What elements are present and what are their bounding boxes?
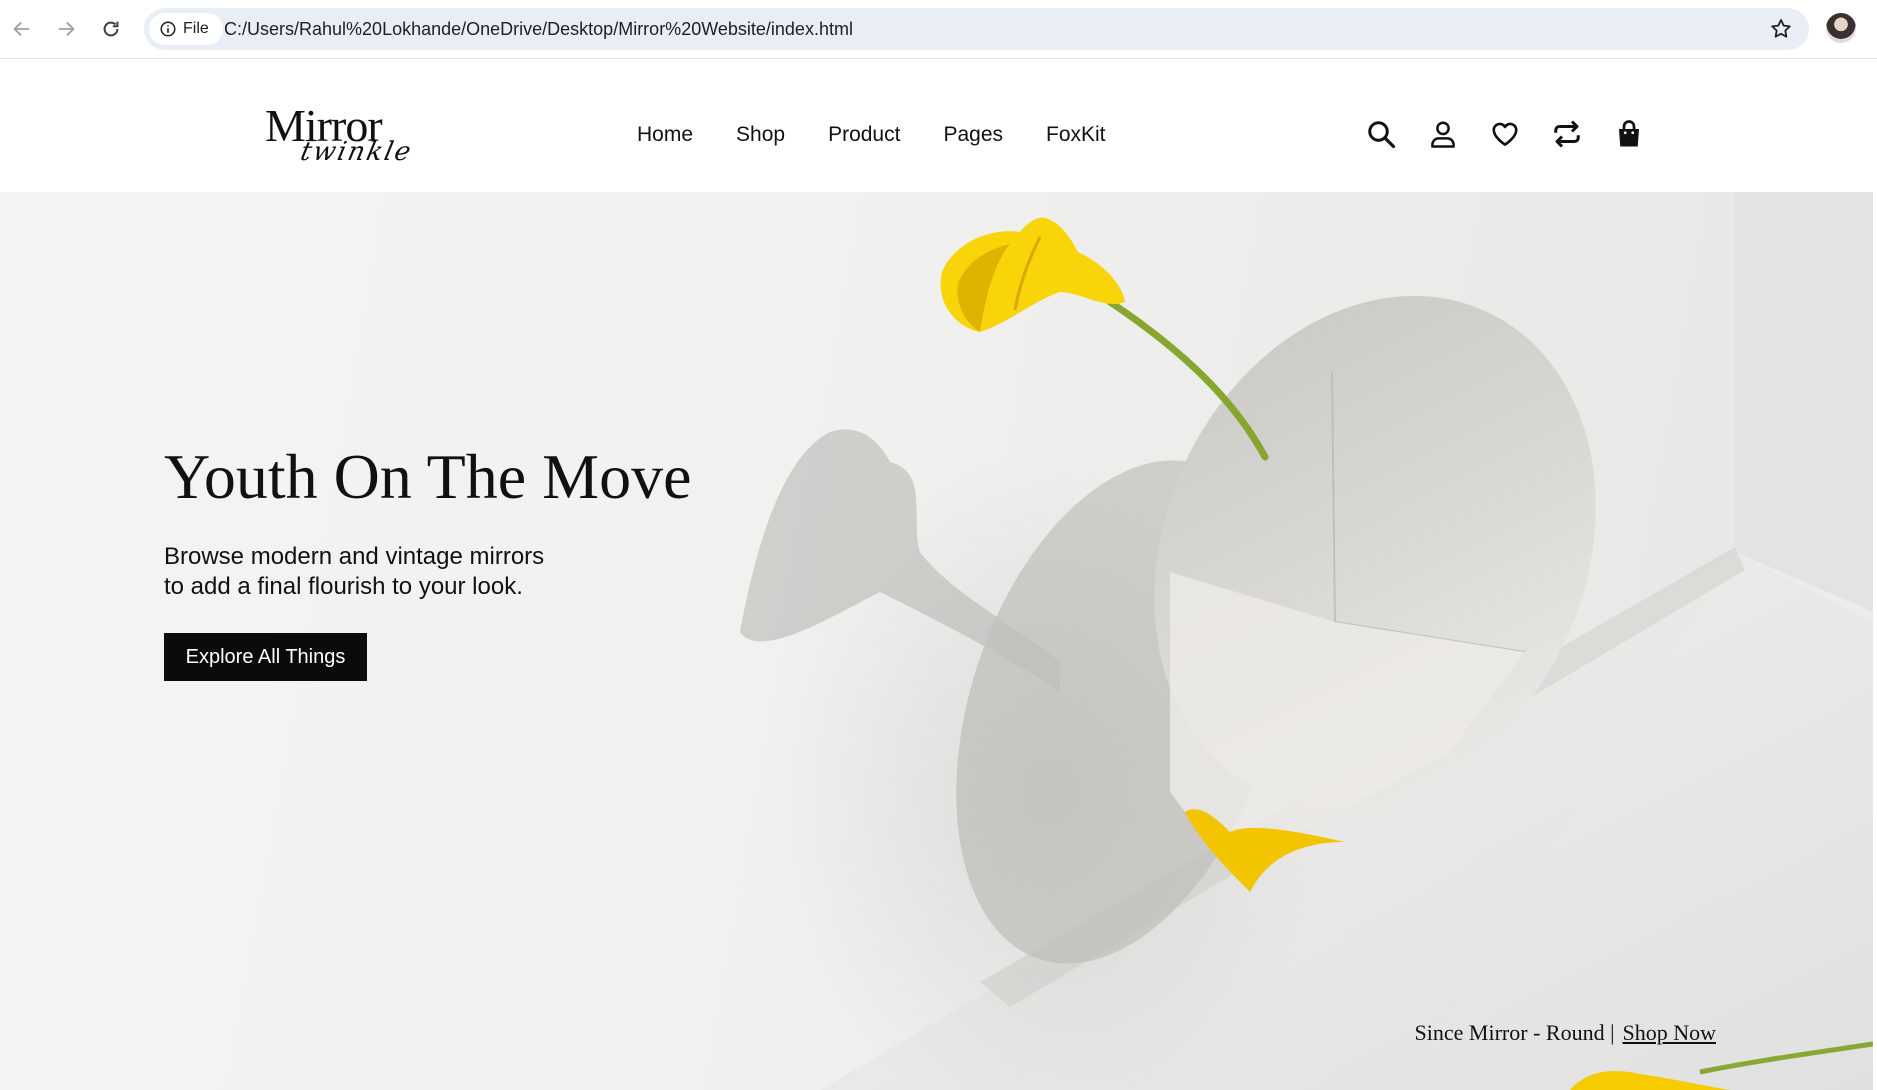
search-icon[interactable] bbox=[1366, 119, 1396, 149]
nav-home[interactable]: Home bbox=[637, 123, 693, 147]
info-icon bbox=[160, 21, 176, 37]
forward-icon[interactable] bbox=[50, 13, 82, 45]
logo-sub-text: twinkle bbox=[297, 137, 416, 167]
page-edge bbox=[1873, 59, 1877, 1090]
main-nav: Home Shop Product Pages FoxKit bbox=[637, 123, 1149, 147]
nav-pages[interactable]: Pages bbox=[943, 123, 1003, 147]
logo[interactable]: Mirror twinkle bbox=[265, 99, 425, 169]
explore-button[interactable]: Explore All Things bbox=[164, 633, 367, 681]
hero-footer-note: Since Mirror - Round | Shop Now bbox=[1415, 1020, 1716, 1046]
user-icon[interactable] bbox=[1428, 119, 1458, 149]
hero-desc-line-2: to add a final flourish to your look. bbox=[164, 573, 523, 600]
nav-shop[interactable]: Shop bbox=[736, 123, 785, 147]
bag-icon[interactable] bbox=[1614, 119, 1644, 149]
browser-toolbar: File C:/Users/Rahul%20Lokhande/OneDrive/… bbox=[0, 0, 1877, 59]
profile-avatar[interactable] bbox=[1826, 13, 1856, 43]
header-icons bbox=[1366, 119, 1644, 149]
hero-title: Youth On The Move bbox=[164, 441, 692, 512]
nav-product[interactable]: Product bbox=[828, 123, 900, 147]
nav-foxkit[interactable]: FoxKit bbox=[1046, 123, 1106, 147]
address-bar[interactable]: File C:/Users/Rahul%20Lokhande/OneDrive/… bbox=[144, 8, 1809, 50]
chip-label: File bbox=[183, 20, 209, 37]
hero-banner: Youth On The Move Browse modern and vint… bbox=[0, 192, 1873, 1090]
url-text[interactable]: C:/Users/Rahul%20Lokhande/OneDrive/Deskt… bbox=[224, 8, 853, 50]
reload-icon[interactable] bbox=[95, 13, 127, 45]
site-header: Mirror twinkle Home Shop Product Pages F… bbox=[0, 59, 1877, 192]
note-text: Since Mirror - Round | bbox=[1414, 1020, 1615, 1045]
site-info-chip[interactable]: File bbox=[149, 13, 223, 45]
back-icon[interactable] bbox=[6, 13, 38, 45]
heart-icon[interactable] bbox=[1490, 119, 1520, 149]
shop-now-link[interactable]: Shop Now bbox=[1622, 1020, 1716, 1045]
star-icon[interactable] bbox=[1769, 17, 1793, 46]
hero-description: Browse modern and vintage mirrors to add… bbox=[164, 542, 624, 602]
compare-icon[interactable] bbox=[1552, 119, 1582, 149]
hero-desc-line-1: Browse modern and vintage mirrors bbox=[164, 543, 545, 570]
